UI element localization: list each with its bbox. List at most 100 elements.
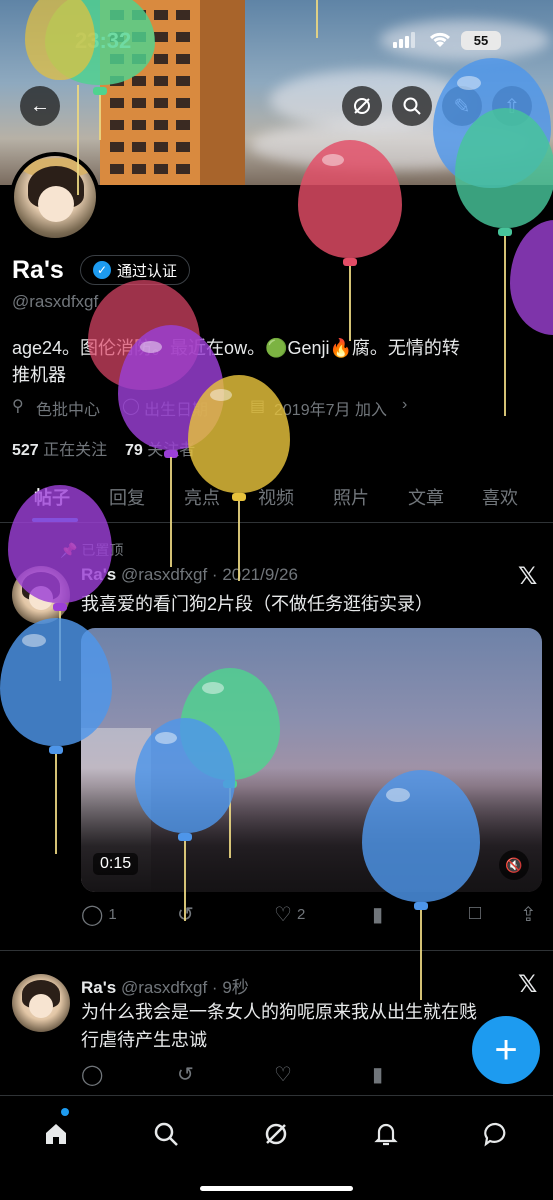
video-duration: 0:15 — [93, 853, 139, 875]
bio-line-2: 推机器 — [12, 365, 66, 385]
tweet-author-name[interactable]: Ra's — [81, 565, 116, 584]
chevron-right-icon: › — [402, 396, 408, 413]
nav-search[interactable] — [146, 1114, 186, 1154]
active-tab-indicator — [32, 518, 78, 522]
nav-messages[interactable] — [476, 1114, 516, 1154]
heart-icon: ♡ — [274, 1064, 292, 1086]
nav-notifications[interactable] — [366, 1114, 406, 1154]
like-count: 2 — [296, 906, 306, 923]
grok-icon — [354, 98, 370, 114]
reply-icon: ◯ — [81, 904, 104, 926]
tweet-text-line-2: 行虐待产生忠诚 — [81, 1030, 207, 1050]
profile-joined[interactable]: 2019年7月 加入 — [274, 396, 387, 420]
following-count: 527 — [12, 442, 39, 459]
nav-grok[interactable] — [256, 1114, 296, 1154]
share-button[interactable]: ⇧ — [492, 86, 532, 126]
bookmark-button[interactable]: □ — [469, 902, 481, 925]
balloon-string — [316, 0, 318, 38]
tab-likes[interactable]: 喜欢 — [482, 484, 518, 510]
views-icon: ▮ — [372, 904, 384, 926]
share-tweet-icon: ⇪ — [520, 904, 537, 926]
bottom-nav — [0, 1095, 553, 1200]
edit-button[interactable]: ✎ — [442, 86, 482, 126]
tweet-actions: ◯ 1 ↺ ♡ 2 ▮ □ ⇪ — [0, 902, 553, 932]
profile-avatar[interactable] — [10, 152, 100, 242]
reply-count: 1 — [108, 906, 117, 923]
location-icon: ⚲ — [12, 398, 24, 415]
tab-articles[interactable]: 文章 — [408, 484, 444, 510]
like-button[interactable]: ♡ — [274, 1062, 292, 1087]
x-logo-icon: 𝕏 — [518, 971, 538, 998]
tweet-actions: ◯ ↺ ♡ ▮ — [0, 1062, 553, 1092]
profile-tabs: 帖子 回复 亮点 视频 照片 文章 喜欢 — [0, 470, 553, 523]
compose-fab[interactable]: + — [472, 1016, 540, 1084]
tab-highlights[interactable]: 亮点 — [184, 484, 220, 510]
tweet-video[interactable]: 0:15 🔇 — [81, 628, 542, 892]
tweet-avatar[interactable] — [12, 974, 70, 1032]
bookmark-icon: □ — [469, 902, 482, 924]
profile-bio: age24。图伦消防。最近在ow。🟢Genji🔥腐。无情的转 推机器 — [12, 335, 542, 389]
battery-indicator: 55 — [461, 31, 501, 50]
retweet-button[interactable]: ↺ — [177, 902, 194, 927]
tweet-author-handle[interactable]: @rasxdfxgf — [121, 978, 207, 997]
chat-bubble-icon — [484, 1122, 506, 1147]
calendar-icon: ▤ — [250, 398, 266, 415]
tweet-author-handle[interactable]: @rasxdfxgf — [121, 565, 207, 584]
status-time: 23:32 — [75, 28, 132, 53]
tweet-author-name[interactable]: Ra's — [81, 978, 116, 997]
reply-icon: ◯ — [81, 1064, 104, 1086]
wifi-icon — [427, 29, 453, 55]
tweet-text-line-1: 为什么我会是一条女人的狗呢原来我从出生就在贱 — [81, 1002, 477, 1022]
views-button[interactable]: ▮ — [372, 1062, 383, 1087]
tweet-divider — [0, 950, 553, 951]
followers-label: 关注者 — [147, 442, 196, 459]
share-icon: ⇧ — [503, 95, 521, 118]
verified-check-icon: ✓ — [93, 261, 111, 279]
following-link[interactable]: 527 正在关注 — [12, 442, 107, 459]
x-logo-icon: 𝕏 — [518, 563, 538, 590]
verified-label: 通过认证 — [117, 262, 178, 280]
heart-icon: ♡ — [274, 904, 292, 926]
views-button[interactable]: ▮ — [372, 902, 383, 927]
tweet-text: 为什么我会是一条女人的狗呢原来我从出生就在贱 行虐待产生忠诚 — [81, 998, 477, 1054]
mute-icon[interactable]: 🔇 — [499, 850, 529, 880]
tab-posts[interactable]: 帖子 — [34, 484, 70, 510]
nav-home[interactable] — [36, 1114, 76, 1154]
tweet-time[interactable]: 2021/9/26 — [222, 565, 298, 584]
search-icon — [154, 1122, 178, 1146]
tweet-text: 我喜爱的看门狗2片段（不做任务逛街实录） — [81, 594, 434, 614]
retweet-icon: ↺ — [177, 1064, 194, 1086]
share-tweet-button[interactable]: ⇪ — [520, 902, 537, 927]
reply-button[interactable]: ◯ — [81, 1062, 103, 1087]
tweet-avatar[interactable] — [12, 566, 70, 624]
home-indicator — [200, 1186, 353, 1191]
followers-link[interactable]: 79 关注者 — [125, 442, 195, 459]
profile-handle: @rasxdfxgf — [12, 292, 99, 311]
birthday-icon: ◯ — [122, 398, 140, 415]
home-icon — [46, 1124, 66, 1144]
search-button[interactable] — [392, 86, 432, 126]
tab-videos[interactable]: 视频 — [258, 484, 294, 510]
edit-icon: ✎ — [453, 95, 471, 118]
tab-photos[interactable]: 照片 — [333, 484, 369, 510]
profile-name: Ra's — [12, 256, 64, 284]
verified-badge-button[interactable]: ✓ 通过认证 — [80, 255, 191, 285]
retweet-icon: ↺ — [177, 904, 194, 926]
back-button[interactable]: ← — [20, 86, 60, 126]
grok-icon — [265, 1123, 287, 1145]
plus-icon: + — [494, 1027, 518, 1072]
bell-icon — [374, 1123, 398, 1146]
back-arrow-icon: ← — [30, 94, 50, 117]
followers-count: 79 — [124, 442, 143, 459]
tweet-time[interactable]: 9秒 — [222, 978, 248, 997]
profile-location: 色批中心 — [36, 402, 101, 419]
search-icon — [403, 97, 421, 115]
grok-button[interactable] — [342, 86, 382, 126]
retweet-button[interactable]: ↺ — [177, 1062, 194, 1087]
like-button[interactable]: ♡ 2 — [274, 902, 305, 927]
views-icon: ▮ — [372, 1064, 384, 1086]
reply-button[interactable]: ◯ 1 — [81, 902, 117, 927]
video-dark-scene — [81, 768, 542, 892]
tweet-header: Ra's @rasxdfxgf · 2021/9/26 — [81, 565, 298, 584]
tab-replies[interactable]: 回复 — [109, 484, 145, 510]
